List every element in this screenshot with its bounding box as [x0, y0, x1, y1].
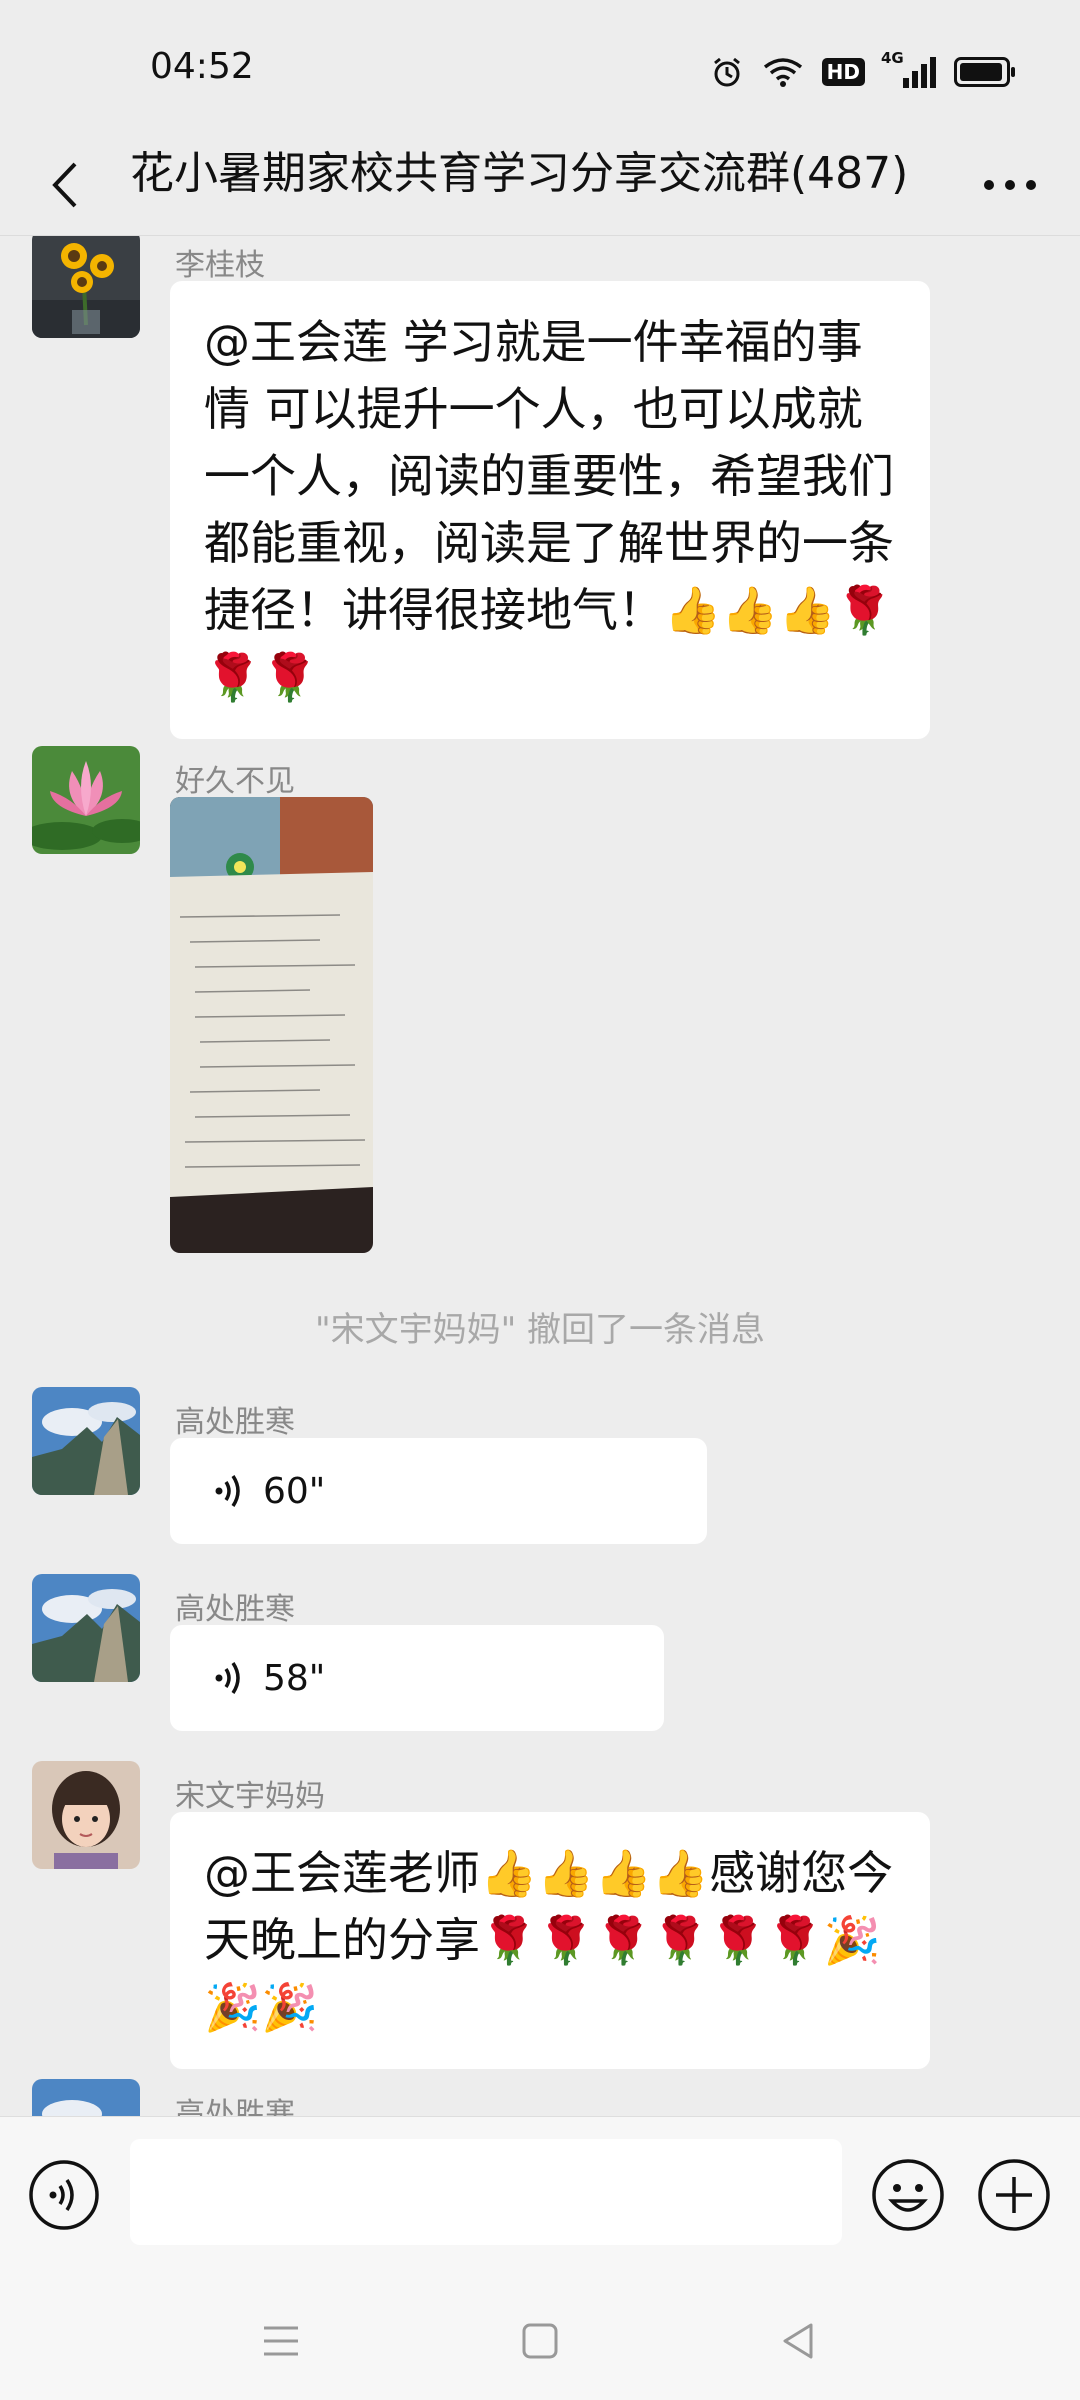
sunflower-avatar[interactable] [32, 236, 140, 338]
sender-name: 好久不见 [175, 764, 295, 799]
mountain-avatar[interactable] [32, 1574, 140, 1682]
back-button[interactable] [30, 150, 100, 220]
voice-wave-icon [215, 1662, 240, 1694]
chat-title[interactable]: 花小暑期家校共育学习分享交流群(487) [130, 140, 960, 235]
network-type: 4G [881, 48, 904, 67]
mountain-avatar[interactable] [32, 2079, 140, 2116]
home-button[interactable] [515, 2316, 565, 2366]
voice-message[interactable]: 60" [170, 1438, 707, 1544]
back-nav-button[interactable] [773, 2316, 823, 2366]
mountain-avatar[interactable] [32, 1387, 140, 1495]
voice-input-button[interactable] [28, 2159, 100, 2231]
system-navigation [0, 2274, 1080, 2400]
message-input[interactable] [130, 2139, 842, 2245]
chevron-left-icon [52, 162, 77, 208]
notebook-photo[interactable] [170, 797, 373, 1253]
input-bar [0, 2116, 1080, 2275]
sender-name: 李桂枝 [175, 248, 265, 283]
message-bubble[interactable]: @王会莲 学习就是一件幸福的事情 可以提升一个人，也可以成就一个人，阅读的重要性… [170, 281, 930, 739]
status-time: 04:52 [150, 46, 254, 87]
hd-badge: HD [821, 58, 865, 86]
plus-button[interactable] [976, 2157, 1052, 2233]
signal-icon: 4G [881, 49, 936, 88]
chat-header: 花小暑期家校共育学习分享交流群(487) [0, 140, 1080, 236]
child-avatar[interactable] [32, 1761, 140, 1869]
voice-wave-icon [215, 1475, 240, 1507]
battery-icon [954, 57, 1015, 87]
menu-icon [264, 2326, 298, 2356]
sender-name: 高处胜寒 [175, 1405, 295, 1440]
sender-name: 高处胜寒 [175, 1592, 295, 1627]
voice-duration: 58" [263, 1657, 326, 1699]
wifi-icon [763, 58, 802, 87]
alarm-icon [713, 57, 740, 87]
back-triangle-icon [783, 2323, 813, 2359]
more-button[interactable] [970, 150, 1050, 220]
lotus-avatar[interactable] [32, 746, 140, 854]
home-icon [522, 2323, 558, 2359]
sender-name: 高处胜寒 [175, 2097, 295, 2116]
status-icons: HD 4G [710, 49, 1015, 94]
plus-icon [978, 2159, 1050, 2231]
voice-message[interactable]: 58" [170, 1625, 664, 1731]
emoji-button[interactable] [870, 2157, 946, 2233]
more-dots-icon [984, 180, 1036, 190]
emoji-icon [872, 2159, 944, 2231]
voice-duration: 60" [263, 1470, 326, 1512]
sender-name: 宋文宇妈妈 [175, 1779, 325, 1814]
message-bubble[interactable]: @王会莲老师👍👍👍👍感谢您今天晚上的分享🌹🌹🌹🌹🌹🌹🎉🎉🎉 [170, 1812, 930, 2069]
recall-notice: "宋文宇妈妈" 撤回了一条消息 [314, 1310, 766, 1350]
status-bar: 04:52 HD 4G [0, 0, 1080, 140]
chat-messages[interactable]: 李桂枝 @王会莲 学习就是一件幸福的事情 可以提升一个人，也可以成就一个人，阅读… [0, 236, 1080, 2116]
voice-input-icon [29, 2160, 99, 2230]
menu-button[interactable] [256, 2316, 306, 2366]
